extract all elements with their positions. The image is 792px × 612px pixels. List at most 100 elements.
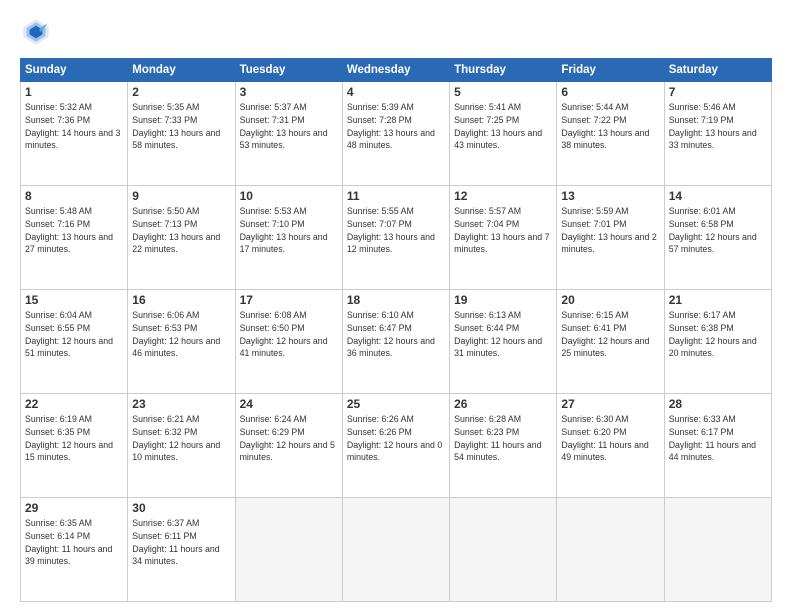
day-info: Sunrise: 6:19 AMSunset: 6:35 PMDaylight:… [25, 413, 123, 464]
header [20, 16, 772, 48]
day-cell: 24 Sunrise: 6:24 AMSunset: 6:29 PMDaylig… [235, 394, 342, 498]
day-cell: 19 Sunrise: 6:13 AMSunset: 6:44 PMDaylig… [450, 290, 557, 394]
day-number: 25 [347, 397, 445, 411]
day-cell: 20 Sunrise: 6:15 AMSunset: 6:41 PMDaylig… [557, 290, 664, 394]
day-cell: 29 Sunrise: 6:35 AMSunset: 6:14 PMDaylig… [21, 498, 128, 602]
day-info: Sunrise: 5:48 AMSunset: 7:16 PMDaylight:… [25, 205, 123, 256]
day-number: 4 [347, 85, 445, 99]
day-cell: 6 Sunrise: 5:44 AMSunset: 7:22 PMDayligh… [557, 82, 664, 186]
day-number: 27 [561, 397, 659, 411]
day-number: 9 [132, 189, 230, 203]
col-header-saturday: Saturday [664, 59, 771, 82]
day-info: Sunrise: 6:24 AMSunset: 6:29 PMDaylight:… [240, 413, 338, 464]
day-number: 23 [132, 397, 230, 411]
day-cell: 5 Sunrise: 5:41 AMSunset: 7:25 PMDayligh… [450, 82, 557, 186]
day-cell [342, 498, 449, 602]
day-cell: 2 Sunrise: 5:35 AMSunset: 7:33 PMDayligh… [128, 82, 235, 186]
col-header-friday: Friday [557, 59, 664, 82]
day-number: 29 [25, 501, 123, 515]
day-cell: 28 Sunrise: 6:33 AMSunset: 6:17 PMDaylig… [664, 394, 771, 498]
day-number: 2 [132, 85, 230, 99]
day-info: Sunrise: 5:53 AMSunset: 7:10 PMDaylight:… [240, 205, 338, 256]
week-row-5: 29 Sunrise: 6:35 AMSunset: 6:14 PMDaylig… [21, 498, 772, 602]
day-info: Sunrise: 5:50 AMSunset: 7:13 PMDaylight:… [132, 205, 230, 256]
day-cell: 11 Sunrise: 5:55 AMSunset: 7:07 PMDaylig… [342, 186, 449, 290]
day-info: Sunrise: 6:04 AMSunset: 6:55 PMDaylight:… [25, 309, 123, 360]
day-info: Sunrise: 6:26 AMSunset: 6:26 PMDaylight:… [347, 413, 445, 464]
day-info: Sunrise: 5:41 AMSunset: 7:25 PMDaylight:… [454, 101, 552, 152]
day-number: 20 [561, 293, 659, 307]
day-number: 13 [561, 189, 659, 203]
day-cell: 23 Sunrise: 6:21 AMSunset: 6:32 PMDaylig… [128, 394, 235, 498]
day-number: 15 [25, 293, 123, 307]
day-cell: 18 Sunrise: 6:10 AMSunset: 6:47 PMDaylig… [342, 290, 449, 394]
col-header-tuesday: Tuesday [235, 59, 342, 82]
day-cell: 4 Sunrise: 5:39 AMSunset: 7:28 PMDayligh… [342, 82, 449, 186]
day-number: 17 [240, 293, 338, 307]
day-cell: 21 Sunrise: 6:17 AMSunset: 6:38 PMDaylig… [664, 290, 771, 394]
day-cell: 17 Sunrise: 6:08 AMSunset: 6:50 PMDaylig… [235, 290, 342, 394]
day-number: 1 [25, 85, 123, 99]
day-cell: 13 Sunrise: 5:59 AMSunset: 7:01 PMDaylig… [557, 186, 664, 290]
day-cell [664, 498, 771, 602]
col-header-monday: Monday [128, 59, 235, 82]
day-number: 21 [669, 293, 767, 307]
day-info: Sunrise: 6:35 AMSunset: 6:14 PMDaylight:… [25, 517, 123, 568]
day-cell: 27 Sunrise: 6:30 AMSunset: 6:20 PMDaylig… [557, 394, 664, 498]
day-info: Sunrise: 6:37 AMSunset: 6:11 PMDaylight:… [132, 517, 230, 568]
day-info: Sunrise: 5:57 AMSunset: 7:04 PMDaylight:… [454, 205, 552, 256]
day-info: Sunrise: 5:46 AMSunset: 7:19 PMDaylight:… [669, 101, 767, 152]
day-number: 7 [669, 85, 767, 99]
day-info: Sunrise: 5:55 AMSunset: 7:07 PMDaylight:… [347, 205, 445, 256]
day-number: 18 [347, 293, 445, 307]
day-info: Sunrise: 6:28 AMSunset: 6:23 PMDaylight:… [454, 413, 552, 464]
day-number: 8 [25, 189, 123, 203]
week-row-1: 1 Sunrise: 5:32 AMSunset: 7:36 PMDayligh… [21, 82, 772, 186]
day-info: Sunrise: 6:30 AMSunset: 6:20 PMDaylight:… [561, 413, 659, 464]
page: SundayMondayTuesdayWednesdayThursdayFrid… [0, 0, 792, 612]
day-cell: 3 Sunrise: 5:37 AMSunset: 7:31 PMDayligh… [235, 82, 342, 186]
day-info: Sunrise: 6:13 AMSunset: 6:44 PMDaylight:… [454, 309, 552, 360]
day-info: Sunrise: 6:10 AMSunset: 6:47 PMDaylight:… [347, 309, 445, 360]
day-info: Sunrise: 5:44 AMSunset: 7:22 PMDaylight:… [561, 101, 659, 152]
day-info: Sunrise: 6:21 AMSunset: 6:32 PMDaylight:… [132, 413, 230, 464]
week-row-3: 15 Sunrise: 6:04 AMSunset: 6:55 PMDaylig… [21, 290, 772, 394]
day-cell: 14 Sunrise: 6:01 AMSunset: 6:58 PMDaylig… [664, 186, 771, 290]
day-cell: 1 Sunrise: 5:32 AMSunset: 7:36 PMDayligh… [21, 82, 128, 186]
day-info: Sunrise: 6:01 AMSunset: 6:58 PMDaylight:… [669, 205, 767, 256]
day-cell: 12 Sunrise: 5:57 AMSunset: 7:04 PMDaylig… [450, 186, 557, 290]
day-info: Sunrise: 6:06 AMSunset: 6:53 PMDaylight:… [132, 309, 230, 360]
day-info: Sunrise: 5:35 AMSunset: 7:33 PMDaylight:… [132, 101, 230, 152]
day-cell: 9 Sunrise: 5:50 AMSunset: 7:13 PMDayligh… [128, 186, 235, 290]
day-cell [450, 498, 557, 602]
day-cell [235, 498, 342, 602]
col-header-sunday: Sunday [21, 59, 128, 82]
day-number: 19 [454, 293, 552, 307]
day-number: 30 [132, 501, 230, 515]
day-cell: 26 Sunrise: 6:28 AMSunset: 6:23 PMDaylig… [450, 394, 557, 498]
day-cell: 30 Sunrise: 6:37 AMSunset: 6:11 PMDaylig… [128, 498, 235, 602]
day-number: 16 [132, 293, 230, 307]
day-info: Sunrise: 5:39 AMSunset: 7:28 PMDaylight:… [347, 101, 445, 152]
day-cell: 22 Sunrise: 6:19 AMSunset: 6:35 PMDaylig… [21, 394, 128, 498]
day-info: Sunrise: 5:37 AMSunset: 7:31 PMDaylight:… [240, 101, 338, 152]
day-cell: 7 Sunrise: 5:46 AMSunset: 7:19 PMDayligh… [664, 82, 771, 186]
week-row-2: 8 Sunrise: 5:48 AMSunset: 7:16 PMDayligh… [21, 186, 772, 290]
day-cell: 16 Sunrise: 6:06 AMSunset: 6:53 PMDaylig… [128, 290, 235, 394]
day-number: 3 [240, 85, 338, 99]
col-header-wednesday: Wednesday [342, 59, 449, 82]
day-info: Sunrise: 5:59 AMSunset: 7:01 PMDaylight:… [561, 205, 659, 256]
day-cell: 15 Sunrise: 6:04 AMSunset: 6:55 PMDaylig… [21, 290, 128, 394]
day-info: Sunrise: 6:08 AMSunset: 6:50 PMDaylight:… [240, 309, 338, 360]
day-cell: 8 Sunrise: 5:48 AMSunset: 7:16 PMDayligh… [21, 186, 128, 290]
day-number: 14 [669, 189, 767, 203]
day-number: 6 [561, 85, 659, 99]
day-number: 12 [454, 189, 552, 203]
day-number: 22 [25, 397, 123, 411]
day-cell: 25 Sunrise: 6:26 AMSunset: 6:26 PMDaylig… [342, 394, 449, 498]
logo [20, 16, 58, 48]
day-number: 10 [240, 189, 338, 203]
day-number: 28 [669, 397, 767, 411]
day-number: 11 [347, 189, 445, 203]
day-info: Sunrise: 6:17 AMSunset: 6:38 PMDaylight:… [669, 309, 767, 360]
